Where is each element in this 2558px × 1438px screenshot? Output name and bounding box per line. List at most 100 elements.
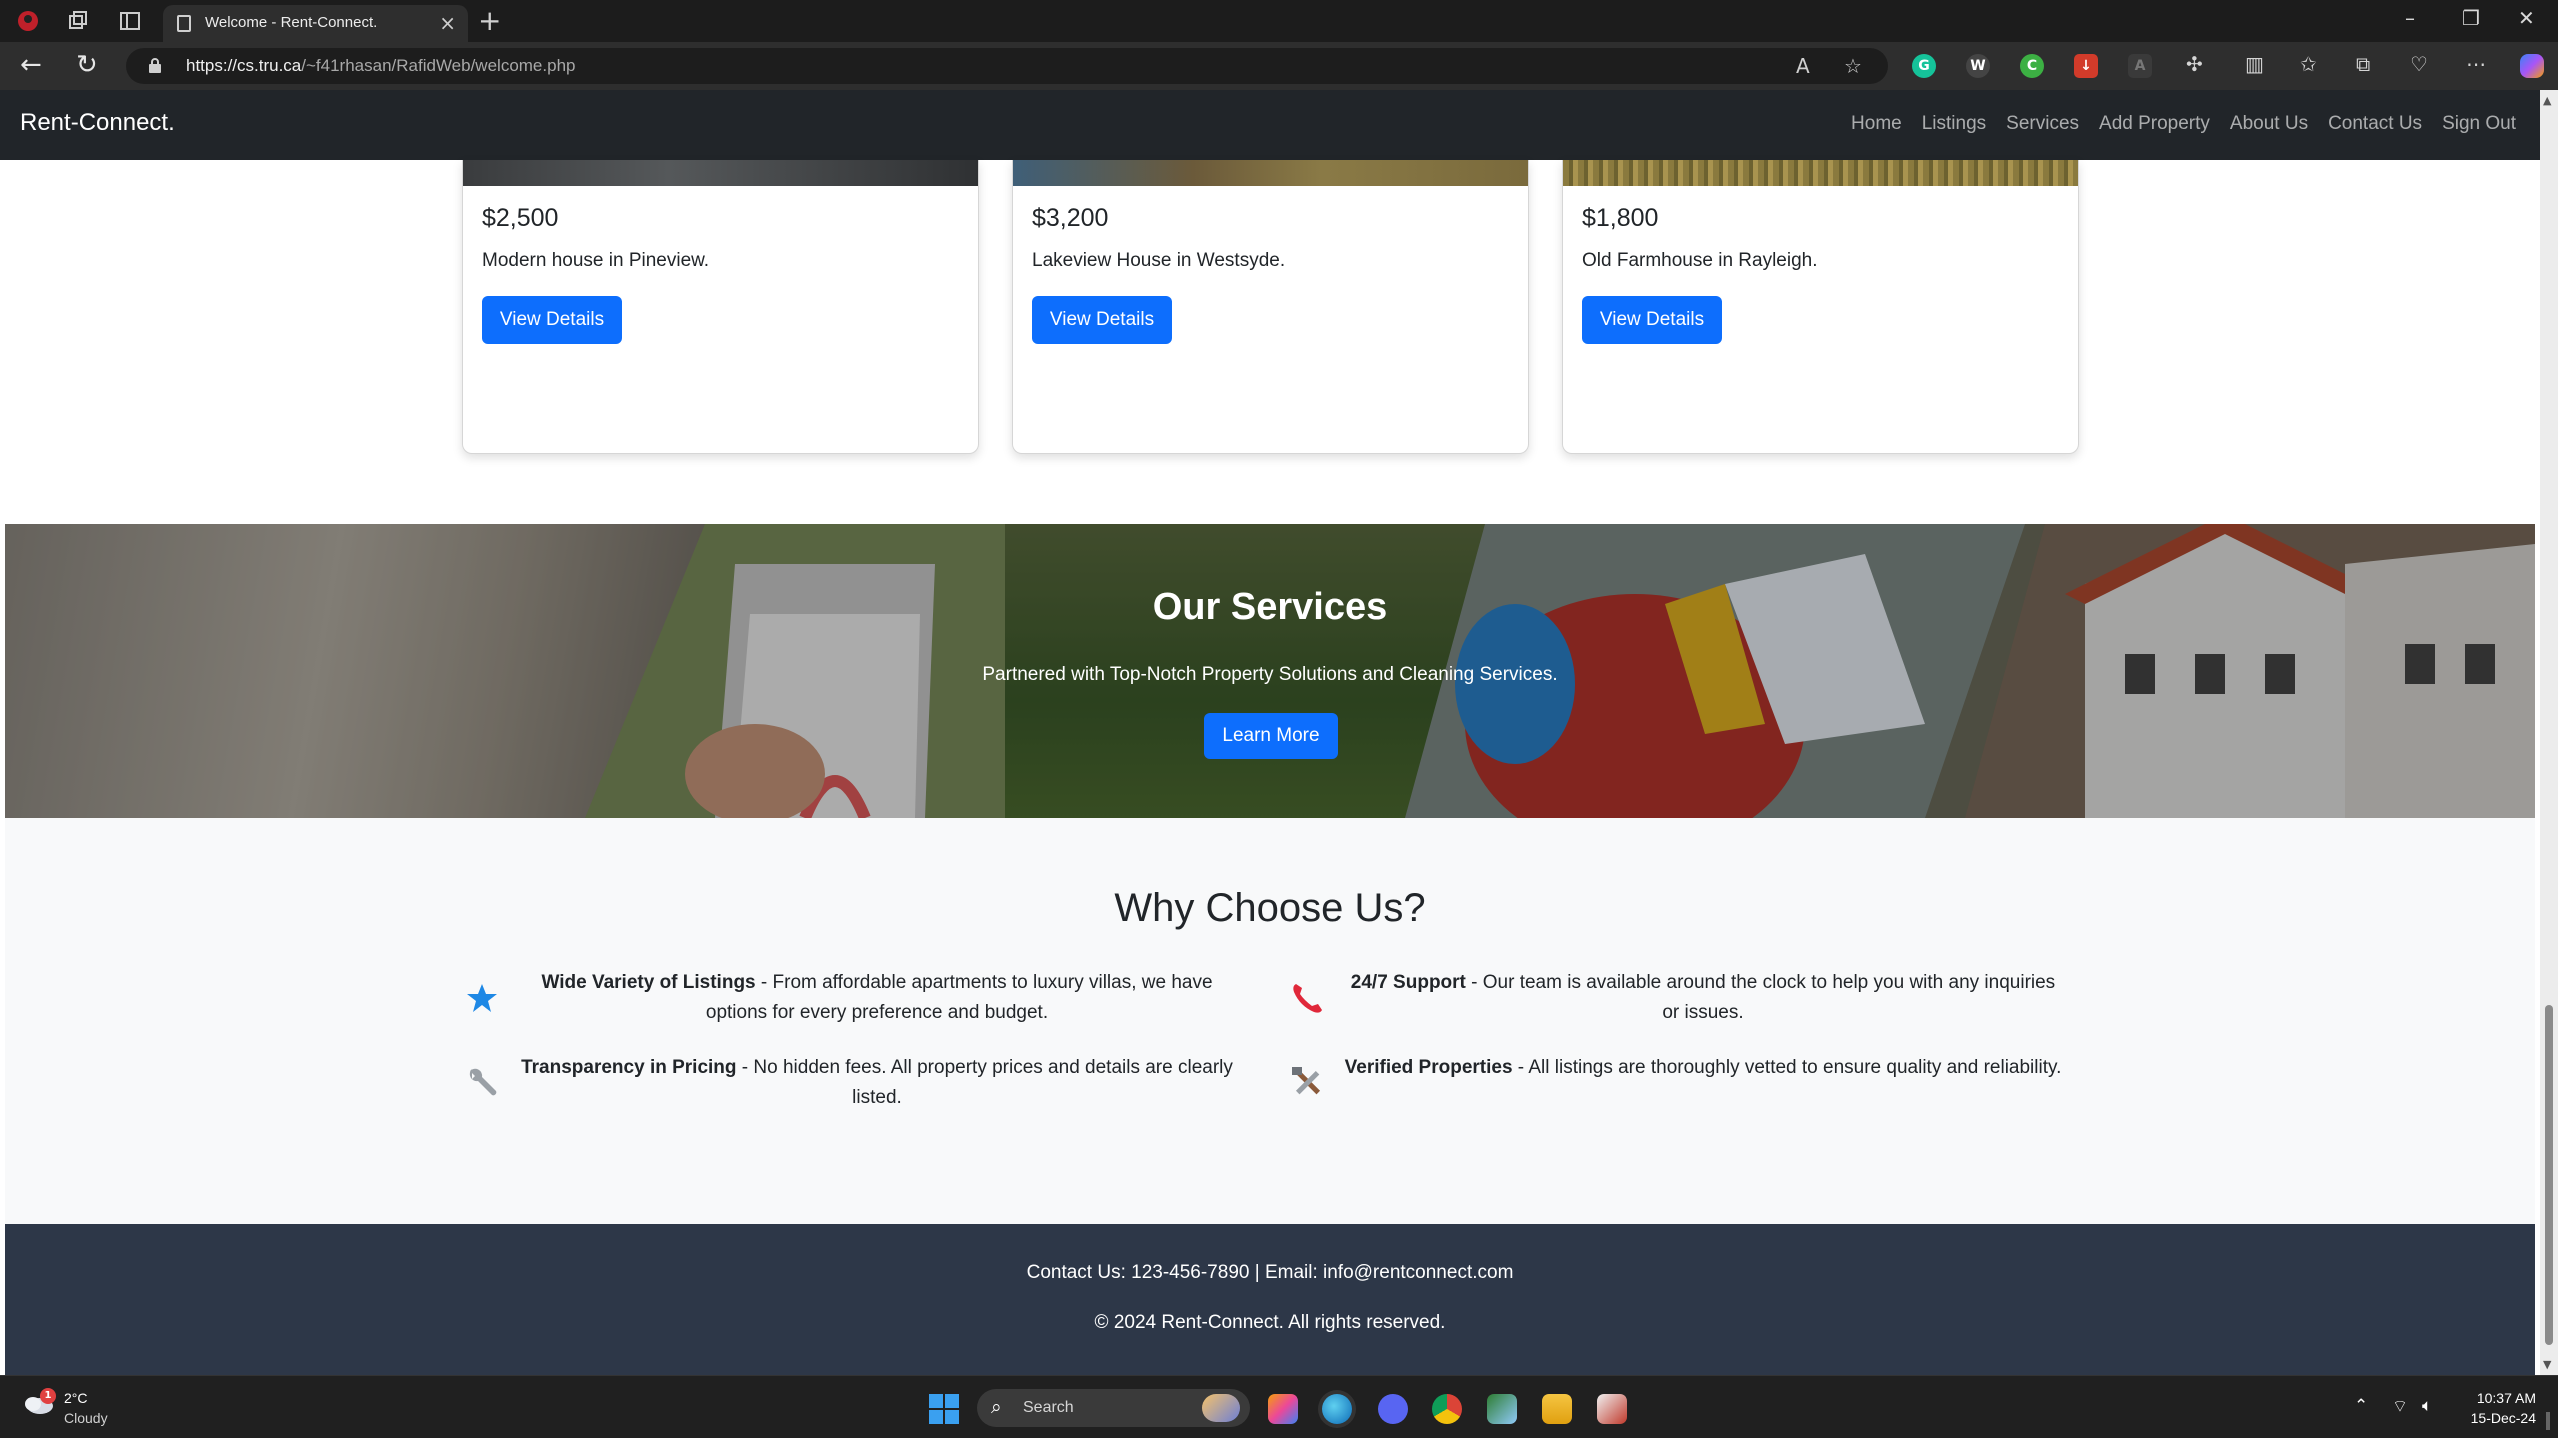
page-icon: [177, 15, 191, 32]
taskbar-search[interactable]: ⌕ Search: [977, 1389, 1250, 1427]
browser-essentials-icon[interactable]: ♡: [2410, 52, 2428, 76]
learn-more-button[interactable]: Learn More: [1204, 713, 1338, 759]
collections-icon[interactable]: ⧉: [2356, 52, 2370, 76]
profile-icon[interactable]: [14, 8, 42, 34]
nav-add-property[interactable]: Add Property: [2099, 113, 2210, 135]
split-screen-icon[interactable]: ▥: [2245, 52, 2264, 76]
feature-text: Transparency in Pricing - No hidden fees…: [517, 1053, 1237, 1113]
network-app-icon[interactable]: [1487, 1394, 1517, 1424]
wifi-icon[interactable]: ⌔: [2392, 1396, 2408, 1417]
browser-toolbar: ← ↻ https://cs.tru.ca/~f41rhasan/RafidWe…: [0, 42, 2558, 90]
site-brand[interactable]: Rent-Connect.: [20, 109, 175, 137]
close-tab-icon[interactable]: ×: [439, 11, 456, 35]
favorites-icon[interactable]: ✩: [2300, 52, 2317, 76]
listing-image: [1563, 160, 2078, 186]
feature-text: Wide Variety of Listings - From affordab…: [517, 968, 1237, 1028]
phone-icon: [1293, 984, 1322, 1013]
listing-price: $2,500: [482, 204, 559, 232]
grammarly-extension-icon[interactable]: G: [1912, 54, 1936, 78]
new-tab-icon[interactable]: +: [478, 4, 501, 37]
feature-text: 24/7 Support - Our team is available aro…: [1343, 968, 2063, 1028]
feature-title: 24/7 Support: [1350, 972, 1466, 993]
listing-image: [1013, 160, 1528, 186]
copilot-icon[interactable]: [2520, 54, 2544, 78]
listing-description: Lakeview House in Westsyde.: [1032, 250, 1286, 271]
minimize-icon[interactable]: –: [2405, 6, 2415, 30]
feature-description: - From affordable apartments to luxury v…: [705, 972, 1213, 1023]
feature-item: 24/7 Support - Our team is available aro…: [1288, 968, 2088, 1038]
nav-services[interactable]: Services: [2006, 113, 2079, 135]
feature-item: Verified Properties - All listings are t…: [1288, 1053, 2088, 1123]
extensions-icon[interactable]: ✣: [2186, 52, 2203, 76]
window-close-icon[interactable]: ✕: [2518, 6, 2535, 30]
edge-app-icon[interactable]: [1322, 1394, 1352, 1424]
feature-description: - No hidden fees. All property prices an…: [736, 1057, 1233, 1108]
nav-sign-out[interactable]: Sign Out: [2442, 113, 2516, 135]
tools-icon: [1292, 1067, 1321, 1095]
nav-about-us[interactable]: About Us: [2230, 113, 2308, 135]
nav-links: Home Listings Services Add Property Abou…: [1851, 113, 2516, 135]
nav-listings[interactable]: Listings: [1922, 113, 1986, 135]
nav-contact-us[interactable]: Contact Us: [2328, 113, 2422, 135]
nav-home[interactable]: Home: [1851, 113, 1902, 135]
page-scrollbar[interactable]: ▲ ▼: [2540, 90, 2558, 1375]
weather-condition[interactable]: Cloudy: [64, 1410, 108, 1426]
services-banner: Our Services Partnered with Top-Notch Pr…: [5, 524, 2535, 818]
view-details-button[interactable]: View Details: [1582, 296, 1722, 344]
more-menu-icon[interactable]: ⋯: [2466, 52, 2486, 76]
scroll-up-icon[interactable]: ▲: [2543, 94, 2551, 107]
chrome-app-icon[interactable]: [1432, 1394, 1462, 1424]
system-clock[interactable]: 10:37 AM 15-Dec-24: [2471, 1388, 2536, 1428]
weather-temperature[interactable]: 2°C: [64, 1390, 88, 1406]
listing-price: $3,200: [1032, 204, 1109, 232]
feature-description: - Our team is available around the clock…: [1465, 972, 2056, 1023]
extension-w-icon[interactable]: W: [1966, 54, 1990, 78]
listing-card: $3,200 Lakeview House in Westsyde. View …: [1012, 160, 1529, 454]
favorite-star-icon[interactable]: ☆: [1844, 54, 1862, 78]
footer-contact: Contact Us: 123-456-7890 | Email: info@r…: [1026, 1262, 1514, 1283]
lock-icon: [149, 58, 161, 73]
tab-actions-icon[interactable]: [116, 8, 144, 34]
services-title: Our Services: [1152, 586, 1388, 628]
show-hidden-icons[interactable]: ⌃: [2354, 1396, 2368, 1416]
feature-item: Wide Variety of Listings - From affordab…: [462, 968, 1262, 1038]
feature-text: Verified Properties - All listings are t…: [1343, 1053, 2063, 1083]
listing-card: $2,500 Modern house in Pineview. View De…: [462, 160, 979, 454]
site-navbar: Rent-Connect. Home Listings Services Add…: [0, 90, 2540, 160]
search-icon: ⌕: [991, 1396, 1002, 1418]
why-choose-us-section: Why Choose Us? Wide Variety of Listings …: [5, 818, 2535, 1224]
listing-price: $1,800: [1582, 204, 1659, 232]
copilot-app-icon[interactable]: [1268, 1394, 1298, 1424]
workspaces-icon[interactable]: [64, 8, 92, 34]
view-details-button[interactable]: View Details: [1032, 296, 1172, 344]
search-highlight-icon: [1202, 1394, 1240, 1422]
back-icon[interactable]: ←: [20, 50, 42, 80]
scroll-down-icon[interactable]: ▼: [2543, 1358, 2551, 1371]
windows-start-icon[interactable]: [929, 1394, 959, 1424]
feature-title: Verified Properties: [1344, 1057, 1513, 1078]
restore-icon[interactable]: ❐: [2462, 6, 2480, 30]
listing-description: Old Farmhouse in Rayleigh.: [1582, 250, 1818, 271]
star-icon: [467, 984, 497, 1012]
extension-grey-icon[interactable]: A: [2128, 54, 2152, 78]
file-explorer-icon[interactable]: [1542, 1394, 1572, 1424]
extension-c-icon[interactable]: C: [2020, 54, 2044, 78]
snipping-tool-icon[interactable]: [1597, 1394, 1627, 1424]
show-desktop-button[interactable]: [2546, 1412, 2550, 1430]
site-footer: Contact Us: 123-456-7890 | Email: info@r…: [5, 1224, 2535, 1375]
listing-card: $1,800 Old Farmhouse in Rayleigh. View D…: [1562, 160, 2079, 454]
scrollbar-thumb[interactable]: [2545, 1005, 2553, 1345]
active-tab[interactable]: Welcome - Rent-Connect. ×: [163, 5, 468, 42]
volume-icon[interactable]: 🔈︎: [2422, 1396, 2432, 1416]
feature-item: Transparency in Pricing - No hidden fees…: [462, 1053, 1262, 1123]
view-details-button[interactable]: View Details: [482, 296, 622, 344]
refresh-icon[interactable]: ↻: [76, 50, 98, 80]
address-bar[interactable]: https://cs.tru.ca/~f41rhasan/RafidWeb/we…: [126, 48, 1888, 84]
extension-red-icon[interactable]: ↓: [2074, 54, 2098, 78]
url-host: https://cs.tru.ca: [186, 56, 302, 75]
footer-copyright: © 2024 Rent-Connect. All rights reserved…: [1094, 1312, 1446, 1333]
feature-title: Transparency in Pricing: [521, 1057, 737, 1078]
discord-app-icon[interactable]: [1378, 1394, 1408, 1424]
read-aloud-icon[interactable]: A: [1796, 54, 1810, 78]
wrench-icon: [469, 1068, 497, 1096]
